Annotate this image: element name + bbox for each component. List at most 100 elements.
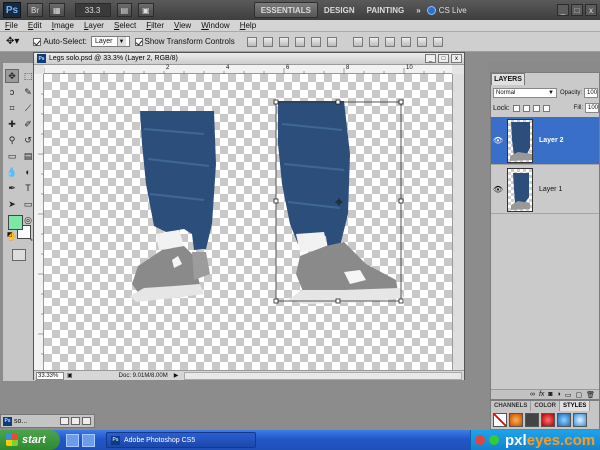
crop-tool-icon[interactable]: ⌗ xyxy=(5,101,19,115)
tab-styles[interactable]: STYLES xyxy=(560,401,591,411)
show-transform-checkbox[interactable] xyxy=(134,37,143,46)
style-swatch-red[interactable] xyxy=(541,413,555,427)
maximize-button[interactable] xyxy=(71,417,80,425)
align-bottom-icon[interactable] xyxy=(278,36,289,47)
layers-tab[interactable]: LAYERS xyxy=(491,73,525,85)
layer-row-layer-2[interactable]: 👁 Layer 2 xyxy=(491,117,599,165)
adjustment-layer-icon[interactable]: ◑ xyxy=(557,391,561,398)
menu-view[interactable]: View xyxy=(169,21,196,30)
new-layer-icon[interactable]: ▢ xyxy=(575,391,582,399)
maximize-button[interactable]: □ xyxy=(571,4,583,16)
tab-channels[interactable]: CHANNELS xyxy=(491,401,532,411)
distribute-top-icon[interactable] xyxy=(352,36,363,47)
start-button[interactable]: start xyxy=(0,430,60,450)
minimize-button[interactable]: _ xyxy=(557,4,569,16)
pen-tool-icon[interactable]: ✒ xyxy=(5,181,19,195)
workspace-design[interactable]: DESIGN xyxy=(318,2,361,18)
align-hcenter-icon[interactable] xyxy=(310,36,321,47)
menu-window[interactable]: Window xyxy=(196,21,234,30)
distribute-hcenter-icon[interactable] xyxy=(416,36,427,47)
cs-live-button[interactable]: CS Live xyxy=(426,5,467,15)
lock-pixels-icon[interactable] xyxy=(522,104,530,112)
zoom-level-field[interactable]: 33.3 xyxy=(74,3,111,17)
style-swatch-dark[interactable] xyxy=(525,413,539,427)
taskbar-item-photoshop[interactable]: Ps Adobe Photoshop CS5 xyxy=(106,432,256,448)
fill-field[interactable]: 100 xyxy=(585,103,599,113)
menu-filter[interactable]: Filter xyxy=(141,21,169,30)
quick-mask-icon[interactable] xyxy=(12,249,26,261)
move-tool-preset-icon[interactable]: ✥▾ xyxy=(6,36,19,47)
eye-icon[interactable]: 👁 xyxy=(491,185,505,194)
blend-mode-dropdown[interactable]: Normal ▼ xyxy=(493,88,557,98)
close-button[interactable] xyxy=(82,417,91,425)
style-swatch-orange[interactable] xyxy=(509,413,523,427)
align-top-icon[interactable] xyxy=(246,36,257,47)
tray-icon[interactable] xyxy=(475,435,485,445)
tab-color[interactable]: COLOR xyxy=(531,401,561,411)
move-tool-icon[interactable]: ✥ xyxy=(5,69,19,83)
quick-launch-icon[interactable] xyxy=(66,433,79,447)
doc-close-button[interactable]: x xyxy=(451,54,462,63)
more-workspaces-button[interactable]: » xyxy=(410,2,426,18)
lock-all-icon[interactable] xyxy=(542,104,550,112)
auto-select-dropdown[interactable]: Layer ▼ xyxy=(90,36,130,47)
restore-button[interactable] xyxy=(60,417,69,425)
vertical-scrollbar[interactable] xyxy=(452,74,464,370)
path-select-icon[interactable]: ➤ xyxy=(5,197,19,211)
tray-icon[interactable] xyxy=(489,435,499,445)
new-group-icon[interactable]: ▭ xyxy=(565,391,572,399)
trash-icon[interactable]: 🗑 xyxy=(586,391,595,399)
style-swatch-lightblue[interactable] xyxy=(573,413,587,427)
align-vcenter-icon[interactable] xyxy=(262,36,273,47)
distribute-bottom-icon[interactable] xyxy=(384,36,395,47)
mini-bridge-button[interactable]: ▦ xyxy=(49,3,65,17)
menu-help[interactable]: Help xyxy=(235,21,261,30)
align-left-icon[interactable] xyxy=(294,36,305,47)
eye-icon[interactable]: 👁 xyxy=(491,136,505,145)
layer-style-fx-icon[interactable]: fx xyxy=(539,391,544,398)
canvas[interactable] xyxy=(44,74,452,370)
workspace-essentials[interactable]: ESSENTIALS xyxy=(253,2,318,18)
eraser-tool-icon[interactable]: ▭ xyxy=(5,149,19,163)
document-status-bar: 33.33% ▣ Doc: 9.01M/8.00M ▶ xyxy=(34,370,464,380)
align-right-icon[interactable] xyxy=(326,36,337,47)
minimized-document[interactable]: Ps so... xyxy=(0,414,95,428)
link-layers-icon[interactable]: ∞ xyxy=(530,391,535,398)
clone-stamp-icon[interactable]: ⚲ xyxy=(5,133,19,147)
distribute-vcenter-icon[interactable] xyxy=(368,36,379,47)
foreground-color-swatch[interactable] xyxy=(8,215,23,230)
opacity-field[interactable]: 100 xyxy=(584,88,599,98)
menu-select[interactable]: Select xyxy=(109,21,141,30)
add-mask-icon[interactable]: ◙ xyxy=(548,391,552,398)
menu-file[interactable]: File xyxy=(0,21,23,30)
bridge-button[interactable]: Br xyxy=(27,3,43,17)
blur-tool-icon[interactable]: 💧 xyxy=(5,165,19,179)
arrange-documents-button[interactable]: ▤ xyxy=(116,3,133,17)
default-colors-icon[interactable]: ◩ xyxy=(7,231,13,238)
style-swatch-none[interactable] xyxy=(493,413,507,427)
horizontal-scrollbar[interactable] xyxy=(184,371,462,380)
doc-minimize-button[interactable]: _ xyxy=(425,54,436,63)
distribute-right-icon[interactable] xyxy=(432,36,443,47)
menu-layer[interactable]: Layer xyxy=(79,21,109,30)
lasso-tool-icon[interactable]: ↄ xyxy=(5,85,19,99)
workspace-painting[interactable]: PAINTING xyxy=(361,2,411,18)
quick-launch-icon[interactable] xyxy=(82,433,95,447)
screen-mode-button[interactable]: ▣ xyxy=(138,3,154,17)
status-info-icon[interactable]: ▣ xyxy=(67,372,73,379)
healing-brush-icon[interactable]: ✚ xyxy=(5,117,19,131)
lock-position-icon[interactable] xyxy=(532,104,540,112)
status-menu-arrow[interactable]: ▶ xyxy=(174,372,179,379)
auto-select-checkbox[interactable] xyxy=(33,37,42,46)
menu-image[interactable]: Image xyxy=(47,21,79,30)
document-title-bar[interactable]: Ps Legs solo.psd @ 33.3% (Layer 2, RGB/8… xyxy=(34,53,464,65)
menu-edit[interactable]: Edit xyxy=(23,21,47,30)
document-zoom-field[interactable]: 33.33% xyxy=(36,371,64,380)
layer-row-layer-1[interactable]: 👁 Layer 1 xyxy=(491,166,599,214)
auto-select-label: Auto-Select: xyxy=(43,37,87,46)
lock-transparency-icon[interactable] xyxy=(512,104,520,112)
close-button[interactable]: x xyxy=(585,4,597,16)
distribute-left-icon[interactable] xyxy=(400,36,411,47)
style-swatch-blue[interactable] xyxy=(557,413,571,427)
doc-restore-button[interactable]: □ xyxy=(438,54,449,63)
